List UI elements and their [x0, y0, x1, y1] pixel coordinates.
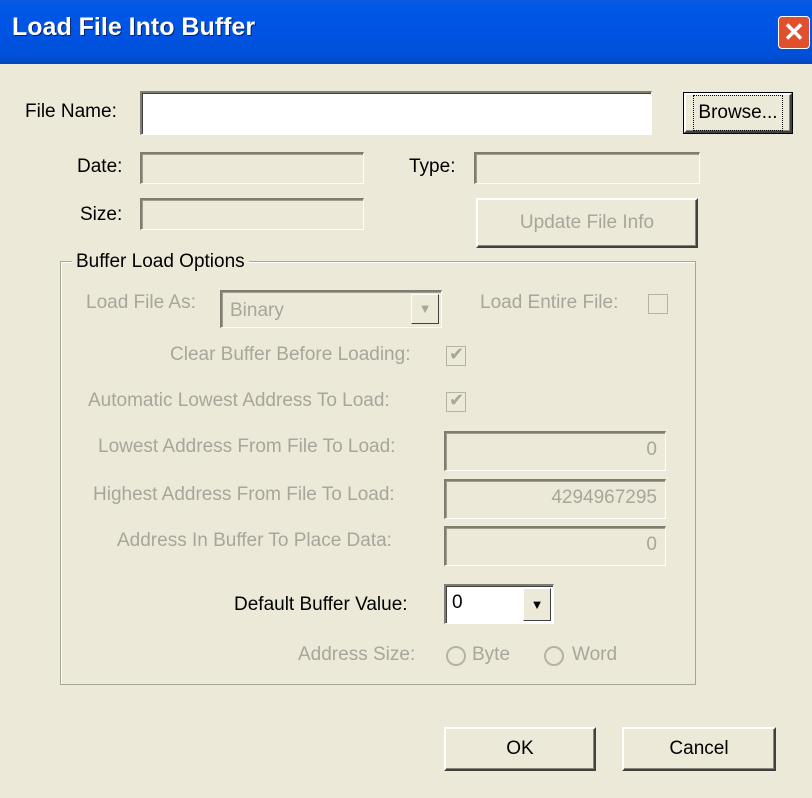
ok-label: OK	[506, 738, 534, 759]
date-label: Date:	[77, 156, 123, 177]
place-data-address-label: Address In Buffer To Place Data:	[117, 530, 392, 551]
browse-label: Browse...	[693, 95, 783, 131]
place-data-address-value: 0	[646, 534, 657, 555]
lowest-address-value: 0	[646, 439, 657, 460]
load-entire-file-label: Load Entire File:	[480, 292, 619, 313]
highest-address-value: 4294967295	[551, 487, 657, 508]
type-field	[474, 152, 700, 184]
checkmark-icon: ✔	[449, 390, 465, 410]
default-buffer-value-select[interactable]: 0 ▼	[444, 584, 554, 624]
highest-address-label: Highest Address From File To Load:	[93, 484, 395, 505]
update-file-info-label: Update File Info	[519, 212, 655, 233]
lowest-address-label: Lowest Address From File To Load:	[98, 436, 396, 457]
browse-button[interactable]: Browse...	[683, 92, 793, 134]
load-entire-file-checkbox[interactable]	[648, 294, 668, 314]
lowest-address-field[interactable]: 0	[444, 431, 666, 471]
ok-button[interactable]: OK	[444, 727, 596, 771]
default-buffer-value-label: Default Buffer Value:	[234, 594, 408, 615]
file-name-input[interactable]	[140, 91, 652, 135]
address-size-label: Address Size:	[298, 644, 416, 665]
byte-radio[interactable]	[446, 646, 466, 666]
cancel-label: Cancel	[669, 738, 729, 759]
file-name-label: File Name:	[25, 101, 117, 122]
close-icon: ✕	[783, 17, 805, 47]
dialog-title: Load File Into Buffer	[12, 13, 256, 41]
size-label: Size:	[80, 204, 123, 225]
checkmark-icon: ✔	[449, 344, 465, 364]
auto-lowest-address-checkbox[interactable]: ✔	[446, 390, 466, 412]
load-file-as-label: Load File As:	[86, 292, 196, 313]
chevron-down-icon[interactable]: ▼	[523, 588, 551, 621]
auto-lowest-address-label: Automatic Lowest Address To Load:	[88, 390, 390, 411]
place-data-address-field[interactable]: 0	[444, 526, 666, 566]
byte-label: Byte	[472, 644, 511, 665]
load-file-as-value: Binary	[230, 300, 284, 321]
word-label: Word	[572, 644, 618, 665]
date-field	[140, 152, 364, 184]
buffer-load-options-title: Buffer Load Options	[72, 251, 249, 273]
default-buffer-value: 0	[452, 592, 463, 613]
update-file-info-button[interactable]: Update File Info	[476, 198, 698, 248]
load-file-as-select[interactable]: Binary ▼	[220, 290, 442, 328]
highest-address-field[interactable]: 4294967295	[444, 479, 666, 519]
type-label: Type:	[409, 156, 456, 177]
cancel-button[interactable]: Cancel	[622, 727, 776, 771]
close-button[interactable]: ✕	[778, 16, 810, 49]
title-bar[interactable]: Load File Into Buffer ✕	[0, 0, 812, 64]
load-file-dialog: Load File Into Buffer ✕ File Name: Brows…	[0, 0, 812, 798]
clear-buffer-checkbox[interactable]: ✔	[446, 344, 466, 366]
word-radio[interactable]	[544, 646, 564, 666]
size-field	[140, 198, 364, 230]
clear-buffer-label: Clear Buffer Before Loading:	[170, 344, 411, 365]
chevron-down-icon[interactable]: ▼	[411, 294, 439, 324]
